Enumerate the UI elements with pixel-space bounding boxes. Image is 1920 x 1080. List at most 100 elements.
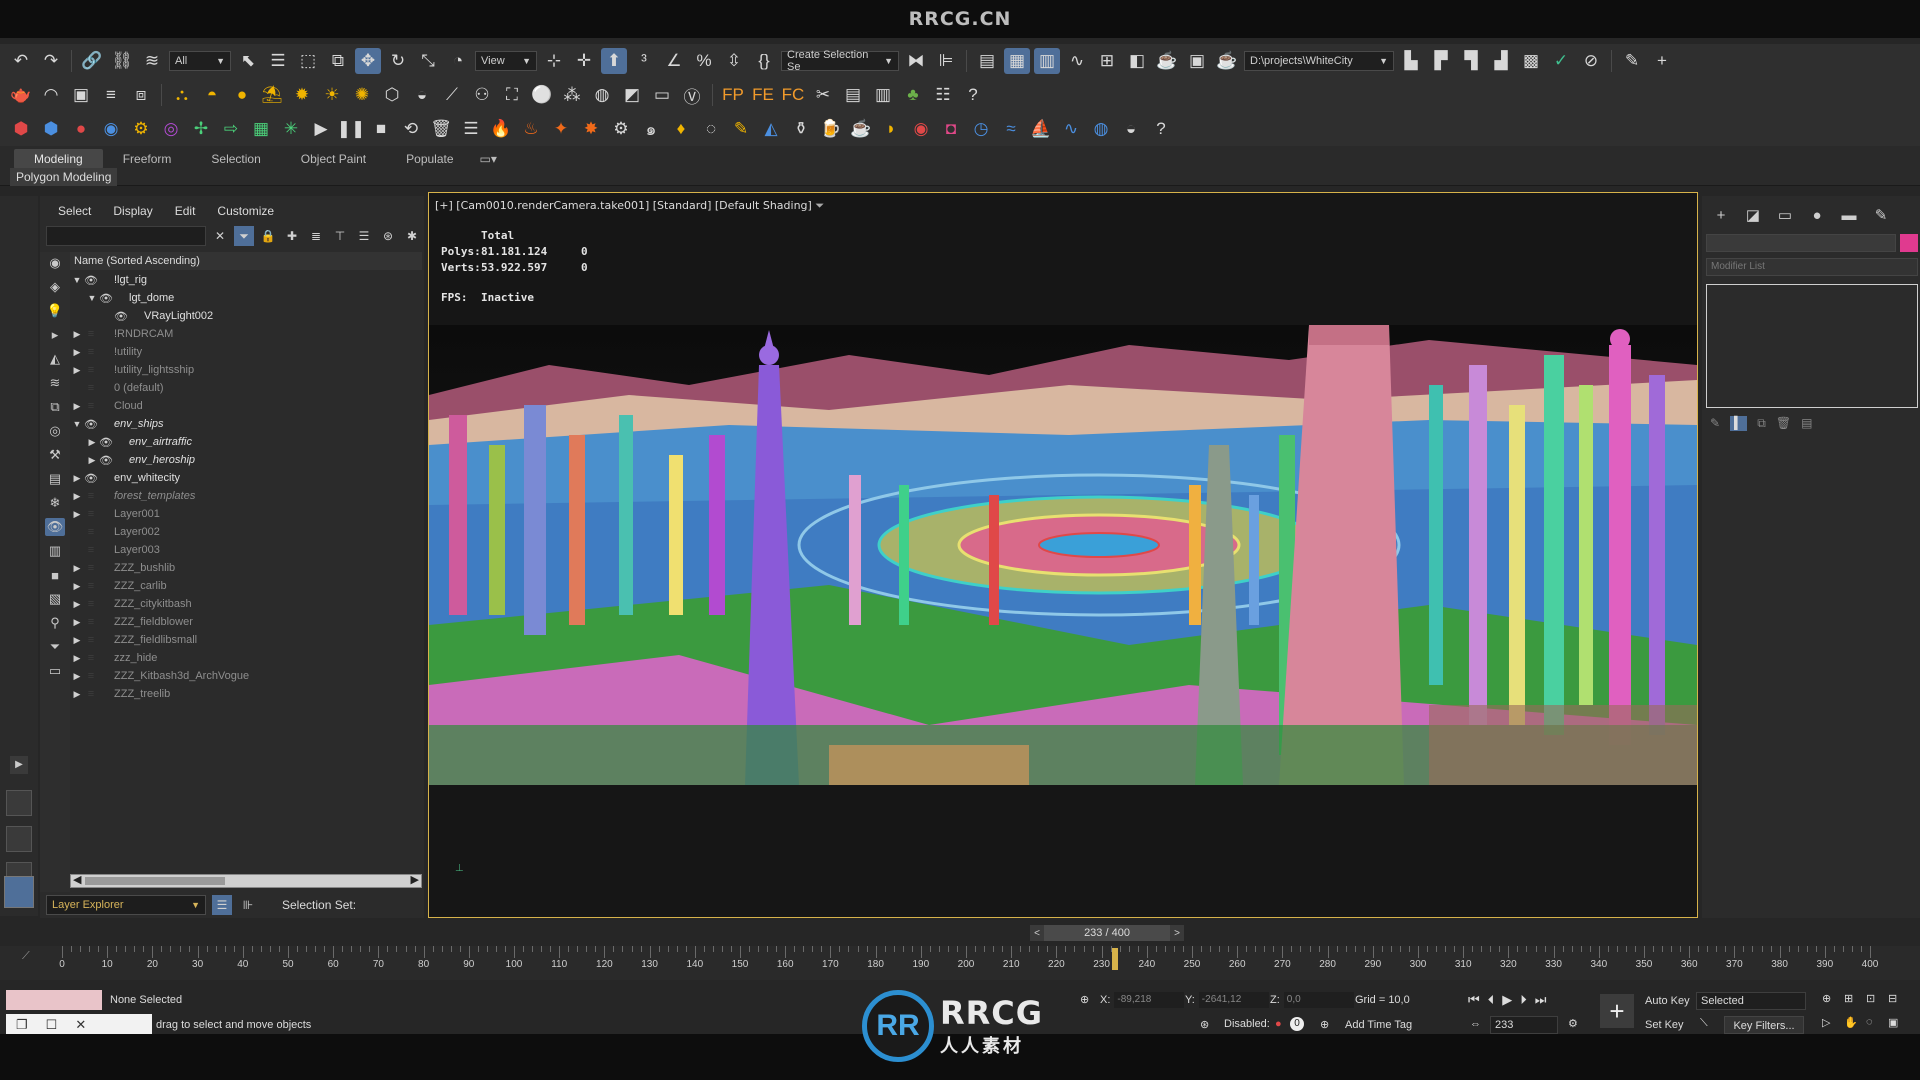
zoom-all-icon[interactable]: ⊞ (1844, 992, 1853, 1005)
visibility-eye-icon[interactable]: 👁 (99, 454, 113, 467)
add-icon[interactable]: + (1649, 48, 1675, 74)
layout-thumb-active[interactable] (4, 876, 34, 908)
placement-icon[interactable]: ◔ (445, 48, 471, 74)
scroll-left-icon[interactable]: ◀ (73, 873, 81, 886)
show-end-result-icon[interactable]: ▍ (1730, 416, 1748, 431)
shapes-filter-icon[interactable]: ◈ (45, 278, 65, 296)
scrollbar-thumb[interactable] (85, 877, 225, 885)
sort-icon[interactable]: ✱ (402, 226, 422, 246)
layer-row[interactable]: ▶ 👁 env_airtraffic (70, 433, 422, 451)
go-to-end-icon[interactable]: ⏭ (1535, 992, 1547, 1008)
time-tag-icon[interactable]: ⊕ (1320, 1018, 1329, 1031)
liquid-icon[interactable]: ◭ (758, 116, 784, 142)
column-header-name[interactable]: Name (Sorted Ascending) (70, 252, 422, 270)
visibility-eye-icon[interactable]: ≡ (84, 598, 98, 610)
material-editor-icon[interactable]: ◧ (1124, 48, 1150, 74)
tab-selection[interactable]: Selection (191, 149, 280, 169)
save-icon[interactable]: ▜ (1458, 48, 1484, 74)
layer-row[interactable]: ▶ ≡ ZZZ_treelib (70, 685, 422, 703)
layer-row[interactable]: ▶ ≡ Cloud (70, 397, 422, 415)
set-keys-button[interactable]: + (1600, 994, 1634, 1028)
emitter-icon[interactable]: ✢ (188, 116, 214, 142)
snap-toggle-icon[interactable]: ³ (631, 48, 657, 74)
fire-icon[interactable]: 🔥 (488, 116, 514, 142)
bowl-icon[interactable]: ◗ (878, 116, 904, 142)
options-icon[interactable]: ☰ (458, 116, 484, 142)
angle-snap-icon[interactable]: ∠ (661, 48, 687, 74)
red-sphere-icon[interactable]: ● (68, 116, 94, 142)
x-field[interactable]: -89,218 (1114, 992, 1185, 1008)
cameras-filter-icon[interactable]: ▸ (45, 326, 65, 344)
layer-row[interactable]: ▶ ≡ ZZZ_citykitbash (70, 595, 422, 613)
tab-object-paint[interactable]: Object Paint (281, 149, 386, 169)
visibility-eye-icon[interactable]: ≡ (84, 328, 98, 340)
schematic-view-icon[interactable]: ⊞ (1094, 48, 1120, 74)
close-window-icon[interactable]: ✕ (75, 1017, 86, 1033)
visibility-eye-icon[interactable]: ≡ (84, 400, 98, 412)
visibility-eye-icon[interactable]: ≡ (84, 616, 98, 628)
edit-named-selection-icon[interactable]: {} (751, 48, 777, 74)
layer-row[interactable]: ▶ ≡ ZZZ_carlib (70, 577, 422, 595)
bottle-icon[interactable]: ⚱ (788, 116, 814, 142)
visibility-eye-icon[interactable]: ≡ (84, 508, 98, 520)
perspective-viewport[interactable]: [+] [Cam0010.renderCamera.take001] [Stan… (428, 192, 1698, 918)
star-icon[interactable]: ✳ (278, 116, 304, 142)
absolute-mode-icon[interactable]: ⊕ (1080, 993, 1089, 1006)
help-icon[interactable]: ? (960, 82, 986, 108)
visibility-eye-icon[interactable]: 👁 (84, 418, 98, 431)
window-crossing-icon[interactable]: ⧉ (325, 48, 351, 74)
render-setup-icon[interactable]: ☕ (1154, 48, 1180, 74)
spinner-snap-icon[interactable]: ⇳ (721, 48, 747, 74)
ribbon-options-icon[interactable]: ▭▾ (474, 149, 503, 169)
filter-icon[interactable]: ⏷ (234, 226, 254, 246)
expand-arrow-icon[interactable]: ▶ (87, 455, 97, 466)
named-selection-dropdown[interactable]: Create Selection Se ▼ (781, 49, 899, 73)
layers-stack-icon[interactable]: ☰ (354, 226, 374, 246)
visibility-eye-icon[interactable]: ≡ (84, 526, 98, 538)
select-object-icon[interactable]: ⬉ (235, 48, 261, 74)
spacewarps-filter-icon[interactable]: ≋ (45, 374, 65, 392)
current-frame-field[interactable]: 233 (1490, 1016, 1558, 1034)
scatter-icon[interactable]: ⁂ (559, 82, 585, 108)
tab-modeling[interactable]: Modeling (14, 149, 103, 169)
project-folder-dropdown[interactable]: D:\projects\WhiteCity ▼ (1244, 51, 1394, 71)
lights-filter-icon[interactable]: 💡 (45, 302, 65, 320)
check-icon[interactable]: ✓ (1548, 48, 1574, 74)
forest-color-icon[interactable]: FC (780, 82, 806, 108)
visibility-eye-icon[interactable]: 👁 (84, 472, 98, 485)
layout-thumb-2[interactable] (6, 826, 32, 852)
record-dot-icon[interactable]: ● (1275, 1018, 1282, 1030)
restore-window-icon[interactable]: ❐ (16, 1017, 28, 1033)
go-to-start-icon[interactable]: ⏮ (1468, 992, 1480, 1008)
visibility-eye-icon[interactable]: ≡ (84, 346, 98, 358)
fur-icon[interactable]: ◒ (409, 82, 435, 108)
layer-row[interactable]: ▶ 👁 env_heroship (70, 451, 422, 469)
folder-icon[interactable]: ▙ (1398, 48, 1424, 74)
make-unique-icon[interactable]: ⧉ (1757, 416, 1766, 431)
time-slider[interactable]: < 233 / 400 > (1030, 924, 1185, 942)
layer-row[interactable]: ▶ ≡ ZZZ_bushlib (70, 559, 422, 577)
key-mode-toggle-icon[interactable]: ⇔ (1470, 1018, 1481, 1030)
y-field[interactable]: -2641,12 (1198, 992, 1269, 1008)
pause-icon[interactable]: ❚❚ (337, 116, 366, 142)
replay-icon[interactable]: ⟲ (398, 116, 424, 142)
expand-arrow-icon[interactable]: ▶ (87, 437, 97, 448)
visibility-eye-icon[interactable]: 👁 (99, 292, 113, 305)
isolate-icon[interactable]: ⊛ (1200, 1018, 1209, 1031)
geometry-filter-icon[interactable]: ◉ (45, 254, 65, 272)
add-time-tag-button[interactable]: Add Time Tag (1345, 1019, 1412, 1031)
folder-icon[interactable]: ▭ (45, 662, 65, 680)
orbit-icon[interactable]: ◌ (1866, 1016, 1873, 1028)
layer-row[interactable]: ▶ ≡ !utility_lightsship (70, 361, 422, 379)
select-manipulate-icon[interactable]: ✛ (571, 48, 597, 74)
proxy-icon[interactable]: ⬡ (379, 82, 405, 108)
object-name-field[interactable] (1706, 234, 1896, 252)
menu-display[interactable]: Display (113, 204, 152, 218)
object-color-swatch[interactable] (1900, 234, 1918, 252)
z-field[interactable]: 0,0 (1283, 992, 1354, 1008)
default-tangents-icon[interactable]: ⟍ (1700, 1017, 1708, 1030)
modifier-list-dropdown[interactable]: Modifier List (1706, 258, 1918, 276)
wave-spin-icon[interactable]: ◷ (968, 116, 994, 142)
rendered-frame-window-icon[interactable]: ▣ (1184, 48, 1210, 74)
mirror-icon[interactable]: ⧓ (903, 48, 929, 74)
